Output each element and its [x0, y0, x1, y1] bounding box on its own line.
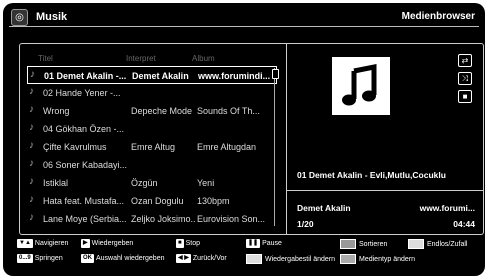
track-row[interactable]: ♪ Hata feat. Mustafa... Ozan Dogulu 130b… — [27, 192, 277, 210]
track-row[interactable]: ♪ Çifte Kavrulmus Emre Altug Emre Altugd… — [27, 138, 277, 156]
legend-playstyle: Wiedergabestil ändern — [246, 254, 335, 264]
track-title: Wrong — [43, 106, 70, 116]
track-album: www.forumindi... — [198, 71, 271, 81]
legend-endless-label: Endlos/Zufall — [427, 240, 468, 248]
track-title: Çifte Kavrulmus — [43, 142, 107, 152]
music-note-icon: ♪ — [29, 140, 34, 151]
now-playing-title: 01 Demet Akalin - Evli,Mutlu,Cocuklu — [297, 170, 446, 180]
track-row[interactable]: ♪ Wrong Depeche Mode Sounds Of Th... — [27, 102, 277, 120]
music-note-icon: ♪ — [29, 158, 34, 169]
scrollbar-track[interactable] — [274, 68, 275, 226]
legend-playstyle-label: Wiedergabestil ändern — [265, 255, 336, 263]
arrow-left-right-icon: ◀ ▶ — [176, 254, 191, 263]
music-note-icon: ♪ — [29, 86, 34, 97]
key-legend: ▼▲ Navigieren ▶ Wiedergeben ■ Stop ❚❚ Pa… — [3, 235, 485, 275]
scrollbar-thumb[interactable] — [272, 69, 279, 79]
track-artist: Emre Altug — [131, 142, 176, 152]
content-panel: Titel Interpret Album ♪ 01 Demet Akalin … — [19, 43, 484, 235]
track-artist: Demet Akalin — [132, 71, 189, 81]
legend-sort-label: Sortieren — [359, 240, 388, 248]
track-album: Yeni — [197, 178, 215, 188]
legend-jump: 0...9 Springen — [17, 254, 63, 263]
now-playing-time: 04:44 — [453, 219, 475, 229]
color-key-box — [340, 239, 356, 249]
track-row[interactable]: ♪ Istiklal Özgün Yeni — [27, 174, 277, 192]
column-header-artist[interactable]: Interpret — [126, 54, 156, 63]
legend-sort: Sortieren — [340, 239, 387, 249]
legend-mediatype-label: Medientyp ändern — [359, 255, 416, 263]
track-album: Emre Altugdan — [197, 142, 257, 152]
track-artist: Depeche Mode — [131, 106, 193, 116]
music-note-icon: ♪ — [29, 212, 34, 223]
legend-jump-label: Springen — [34, 255, 63, 262]
legend-play-selection-label: Auswahl wiedergeben — [96, 255, 165, 262]
track-album: Sounds Of Th... — [197, 106, 260, 116]
legend-back-forward: ◀ ▶ Zurück/Vor — [176, 254, 227, 263]
track-row[interactable]: ♪ 06 Soner Kabadayi... — [27, 156, 277, 174]
ok-key-icon: OK — [81, 254, 94, 263]
shuffle-icon[interactable]: ⤨ — [458, 72, 472, 85]
track-title: 06 Soner Kabadayi... — [43, 160, 128, 170]
track-album: 130bpm — [197, 196, 230, 206]
music-note-icon: ♪ — [29, 194, 34, 205]
stop-square-icon[interactable]: ■ — [458, 90, 472, 103]
now-playing-track-position: 1/20 — [297, 219, 314, 229]
number-keys-icon: 0...9 — [17, 254, 33, 263]
music-note-icon: ♪ — [30, 69, 35, 80]
legend-pause: ❚❚ Pause — [246, 239, 282, 248]
panel-divider — [286, 44, 287, 234]
music-app-icon: ◎ — [11, 9, 28, 26]
now-playing-artist: Demet Akalin — [297, 203, 351, 213]
track-list: ♪ 01 Demet Akalin -... Demet Akalin www.… — [27, 66, 277, 228]
legend-play-selection: OK Auswahl wiedergeben — [81, 254, 165, 263]
track-row[interactable]: ♪ 04 Gökhan Özen -... — [27, 120, 277, 138]
track-artist: Özgün — [131, 178, 158, 188]
color-key-box — [340, 254, 356, 264]
repeat-icon[interactable]: ⇄ — [458, 54, 472, 67]
stop-icon: ■ — [176, 239, 184, 248]
media-browser-label: Medienbrowser — [401, 11, 475, 22]
legend-navigate: ▼▲ Navigieren — [17, 239, 68, 248]
media-browser-window: ◎ Musik Medienbrowser Titel Interpret Al… — [3, 3, 485, 276]
track-title: 01 Demet Akalin -... — [44, 71, 127, 81]
column-header-title[interactable]: Titel — [38, 54, 53, 63]
track-title: 02 Hande Yener -... — [43, 88, 121, 98]
track-title: Hata feat. Mustafa... — [43, 196, 125, 206]
page-title: Musik — [36, 11, 68, 23]
legend-endless: Endlos/Zufall — [408, 239, 467, 249]
track-title: 04 Gökhan Özen -... — [43, 124, 125, 134]
music-note-icon — [342, 63, 377, 106]
now-playing-album: www.forumi... — [419, 203, 475, 213]
legend-pause-label: Pause — [262, 240, 282, 247]
pause-icon: ❚❚ — [246, 239, 261, 248]
track-artist: Zeljko Joksimo... — [131, 214, 195, 224]
track-artist: Ozan Dogulu — [131, 196, 184, 206]
music-note-icon: ♪ — [29, 176, 34, 187]
track-row-selected[interactable]: ♪ 01 Demet Akalin -... Demet Akalin www.… — [27, 66, 277, 84]
legend-stop: ■ Stop — [176, 239, 200, 248]
track-row[interactable]: ♪ Lane Moye (Serbia... Zeljko Joksimo...… — [27, 210, 277, 228]
track-album: Eurovision Son... — [197, 214, 266, 224]
track-title: Istiklal — [43, 178, 69, 188]
column-header-album[interactable]: Album — [192, 54, 215, 63]
album-cover — [332, 57, 390, 115]
legend-navigate-label: Navigieren — [34, 240, 69, 247]
music-note-icon: ♪ — [29, 122, 34, 133]
color-key-box — [408, 239, 424, 249]
legend-play: ▶ Wiedergeben — [81, 239, 133, 248]
track-title: Lane Moye (Serbia... — [43, 214, 127, 224]
legend-play-label: Wiedergeben — [91, 240, 134, 247]
now-playing-divider — [286, 190, 483, 191]
music-note-icon: ♪ — [29, 104, 34, 115]
legend-back-forward-label: Zurück/Vor — [192, 255, 227, 262]
header-bar: ◎ Musik Medienbrowser — [9, 9, 479, 27]
play-icon: ▶ — [81, 239, 90, 248]
legend-mediatype: Medientyp ändern — [340, 254, 415, 264]
track-row[interactable]: ♪ 02 Hande Yener -... — [27, 84, 277, 102]
legend-stop-label: Stop — [185, 240, 201, 247]
color-key-box — [246, 254, 262, 264]
arrow-up-down-icon: ▼▲ — [17, 239, 33, 248]
